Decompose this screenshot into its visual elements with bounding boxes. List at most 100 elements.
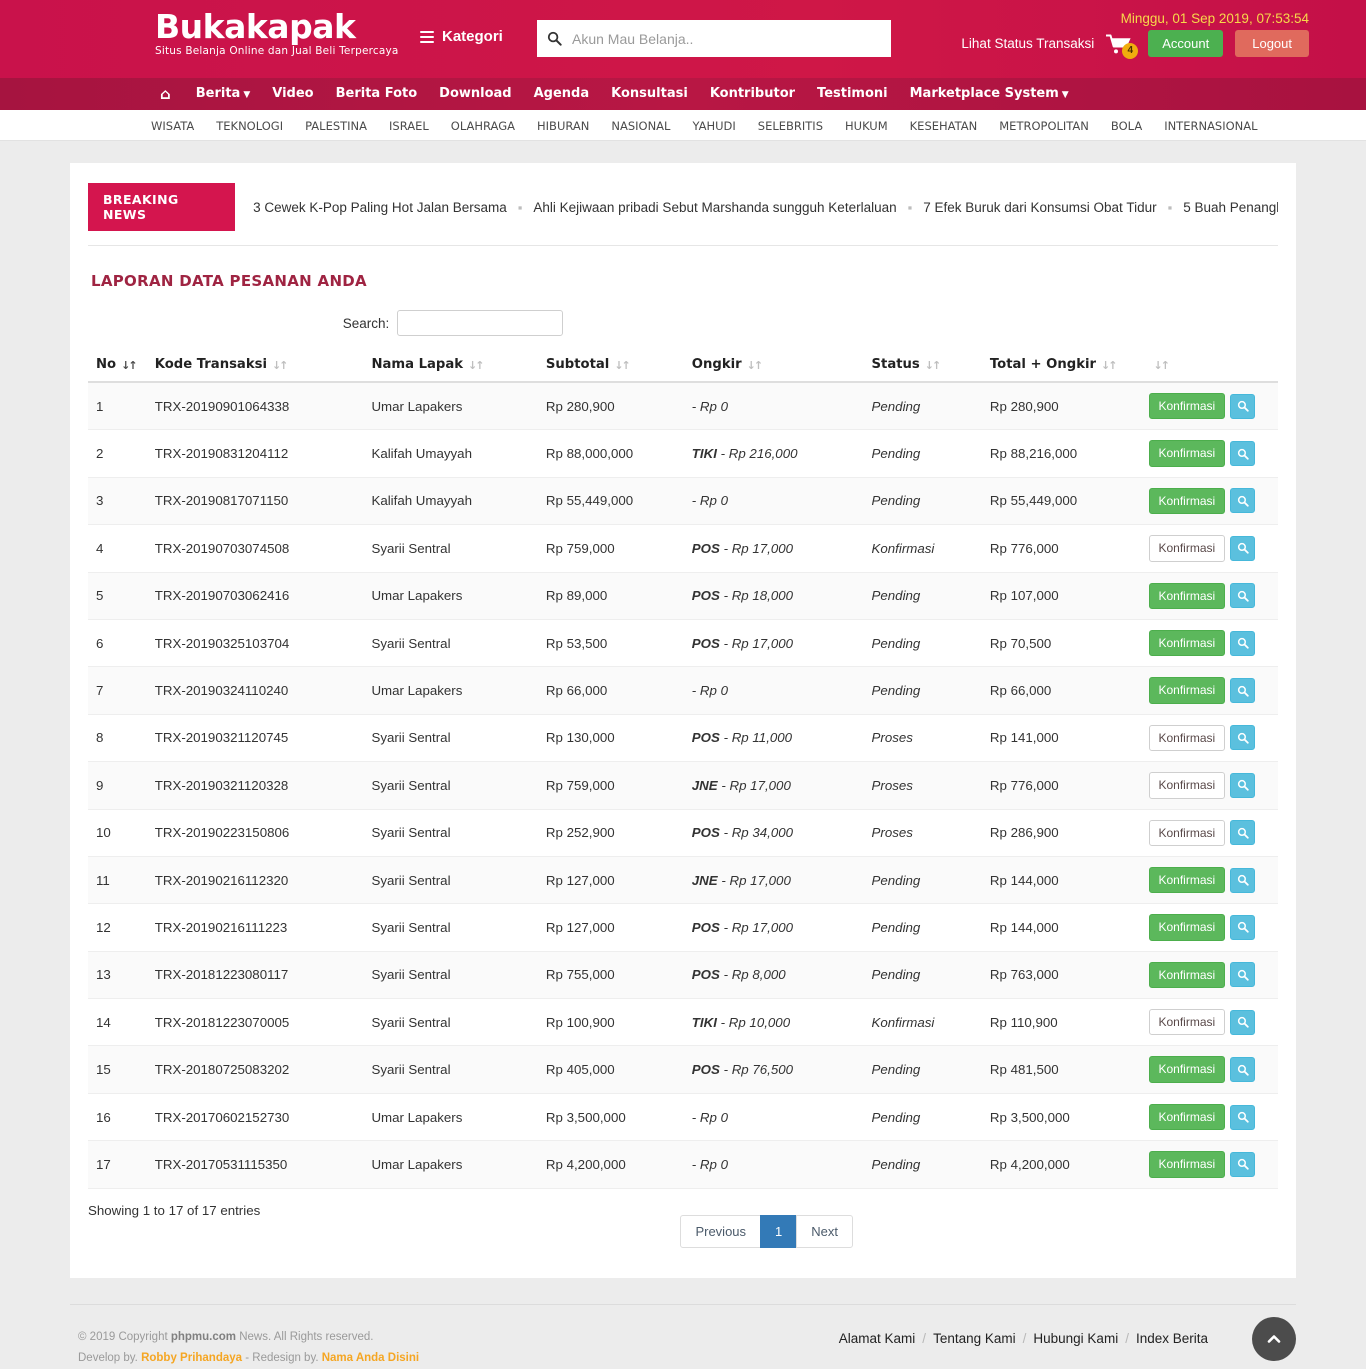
category-link-wisata[interactable]: WISATA bbox=[140, 119, 205, 133]
scroll-to-top-button[interactable] bbox=[1252, 1316, 1296, 1361]
view-detail-button[interactable] bbox=[1230, 441, 1256, 467]
category-link-palestina[interactable]: PALESTINA bbox=[294, 119, 378, 133]
breaking-news-item[interactable]: Ahli Kejiwaan pribadi Sebut Marshanda su… bbox=[533, 200, 896, 215]
account-button[interactable]: Account bbox=[1148, 30, 1224, 57]
search-input[interactable] bbox=[572, 30, 881, 47]
column-header-total-ongkir[interactable]: Total + Ongkir ↓↑ bbox=[981, 348, 1141, 383]
cell-subtotal: Rp 88,000,000 bbox=[537, 429, 684, 478]
konfirmasi-button[interactable]: Konfirmasi bbox=[1148, 866, 1226, 894]
view-detail-button[interactable] bbox=[1230, 393, 1256, 419]
category-link-nasional[interactable]: NASIONAL bbox=[600, 119, 681, 133]
konfirmasi-button[interactable]: Konfirmasi bbox=[1148, 582, 1226, 609]
category-link-israel[interactable]: ISRAEL bbox=[378, 119, 440, 133]
footer-link-index-berita[interactable]: Index Berita bbox=[1136, 1331, 1208, 1346]
breaking-news-item[interactable]: 5 Buah Penangkal Racun bbox=[1183, 200, 1278, 215]
global-search[interactable] bbox=[537, 20, 891, 57]
site-logo[interactable]: Bukakapak Situs Belanja Online dan Jual … bbox=[155, 10, 399, 58]
column-header-nama-lapak[interactable]: Nama Lapak ↓↑ bbox=[363, 348, 538, 383]
view-detail-button[interactable] bbox=[1230, 535, 1256, 561]
column-header-no[interactable]: No ↓↑ bbox=[88, 348, 147, 383]
pagination-previous[interactable]: Previous bbox=[680, 1214, 762, 1248]
view-detail-button[interactable] bbox=[1230, 962, 1256, 988]
konfirmasi-button[interactable]: Konfirmasi bbox=[1148, 1009, 1226, 1036]
footer-link-hubungi-kami[interactable]: Hubungi Kami bbox=[1033, 1331, 1118, 1346]
cell-no: 6 bbox=[88, 619, 147, 668]
category-link-bola[interactable]: BOLA bbox=[1100, 119, 1153, 133]
category-link-metropolitan[interactable]: METROPOLITAN bbox=[988, 119, 1100, 133]
nav-item-video[interactable]: Video bbox=[261, 78, 324, 110]
view-detail-button[interactable] bbox=[1230, 630, 1256, 656]
konfirmasi-button[interactable]: Konfirmasi bbox=[1148, 487, 1226, 515]
category-link-kesehatan[interactable]: KESEHATAN bbox=[899, 119, 989, 133]
view-detail-button[interactable] bbox=[1230, 1104, 1256, 1130]
view-detail-button[interactable] bbox=[1230, 725, 1256, 751]
konfirmasi-button[interactable]: Konfirmasi bbox=[1148, 1056, 1226, 1083]
transaction-status-link[interactable]: Lihat Status Transaksi bbox=[961, 36, 1094, 51]
nav-item-agenda[interactable]: Agenda bbox=[523, 78, 601, 110]
column-header-kode-transaksi[interactable]: Kode Transaksi ↓↑ bbox=[146, 348, 364, 383]
breaking-news-item[interactable]: 3 Cewek K-Pop Paling Hot Jalan Bersama bbox=[253, 200, 507, 215]
konfirmasi-button[interactable]: Konfirmasi bbox=[1148, 724, 1226, 752]
cell-ongkir: POS - Rp 34,000 bbox=[683, 809, 864, 857]
footer-link-alamat-kami[interactable]: Alamat Kami bbox=[839, 1331, 916, 1346]
pagination-page-1[interactable]: 1 bbox=[760, 1214, 798, 1248]
view-detail-button[interactable] bbox=[1230, 488, 1256, 514]
view-detail-button[interactable] bbox=[1230, 1151, 1256, 1177]
konfirmasi-button[interactable]: Konfirmasi bbox=[1148, 677, 1226, 704]
nav-item-berita[interactable]: Berita ▼ bbox=[185, 78, 262, 111]
ongkir-amount: - Rp 0 bbox=[691, 398, 728, 414]
view-detail-button[interactable] bbox=[1230, 1009, 1256, 1035]
kategori-button[interactable]: Kategori bbox=[420, 28, 503, 45]
datatable-search-input[interactable] bbox=[397, 310, 564, 336]
column-header-ongkir[interactable]: Ongkir ↓↑ bbox=[683, 348, 864, 383]
view-detail-button[interactable] bbox=[1230, 820, 1256, 846]
konfirmasi-button[interactable]: Konfirmasi bbox=[1148, 393, 1226, 420]
cell-ongkir: POS - Rp 17,000 bbox=[683, 524, 864, 573]
category-link-internasional[interactable]: INTERNASIONAL bbox=[1153, 119, 1268, 133]
category-link-hiburan[interactable]: HIBURAN bbox=[526, 119, 600, 133]
cell-ongkir: TIKI - Rp 10,000 bbox=[683, 998, 864, 1047]
nav-item-konsultasi[interactable]: Konsultasi bbox=[600, 78, 699, 110]
breaking-news-item[interactable]: 7 Efek Buruk dari Konsumsi Obat Tidur bbox=[923, 200, 1156, 215]
view-detail-button[interactable] bbox=[1230, 583, 1256, 609]
orders-table: No ↓↑ Kode Transaksi ↓↑ Nama Lapak ↓↑ Subtotal… bbox=[88, 348, 1278, 1189]
category-link-yahudi[interactable]: YAHUDI bbox=[681, 119, 746, 133]
page-title: LAPORAN DATA PESANAN ANDA bbox=[91, 272, 367, 290]
nav-item-marketplace-system[interactable]: Marketplace System ▼ bbox=[899, 78, 1080, 111]
category-link-teknologi[interactable]: TEKNOLOGI bbox=[205, 119, 294, 133]
konfirmasi-button[interactable]: Konfirmasi bbox=[1148, 629, 1226, 657]
view-detail-button[interactable] bbox=[1230, 1057, 1256, 1083]
view-detail-button[interactable] bbox=[1230, 914, 1256, 940]
nav-item-testimoni[interactable]: Testimoni bbox=[806, 78, 899, 110]
konfirmasi-button[interactable]: Konfirmasi bbox=[1148, 1103, 1226, 1131]
konfirmasi-button[interactable]: Konfirmasi bbox=[1148, 440, 1226, 467]
view-detail-button[interactable] bbox=[1230, 867, 1256, 893]
column-header-subtotal[interactable]: Subtotal ↓↑ bbox=[537, 348, 684, 383]
view-detail-button[interactable] bbox=[1230, 772, 1256, 798]
nav-item-download[interactable]: Download bbox=[428, 78, 522, 110]
konfirmasi-button[interactable]: Konfirmasi bbox=[1148, 535, 1226, 562]
konfirmasi-button[interactable]: Konfirmasi bbox=[1148, 772, 1226, 799]
cart-button[interactable]: 4 bbox=[1106, 32, 1139, 59]
cell-subtotal: Rp 759,000 bbox=[537, 761, 684, 810]
nav-item-berita-foto[interactable]: Berita Foto bbox=[325, 78, 429, 110]
column-header-status[interactable]: Status ↓↑ bbox=[863, 348, 982, 383]
redesigner-link[interactable]: Nama Anda Disini bbox=[322, 1352, 419, 1364]
category-link-olahraga[interactable]: OLAHRAGA bbox=[440, 119, 526, 133]
logout-button[interactable]: Logout bbox=[1235, 30, 1309, 57]
nav-item-kontributor[interactable]: Kontributor bbox=[699, 78, 806, 110]
footer-link-tentang-kami[interactable]: Tentang Kami bbox=[933, 1331, 1016, 1346]
cell-kode-transaksi: TRX-20190703062416 bbox=[146, 572, 364, 620]
cell-status: Pending bbox=[863, 1045, 982, 1094]
column-header-actions[interactable]: ↓↑ bbox=[1140, 348, 1278, 383]
view-detail-button[interactable] bbox=[1230, 678, 1256, 704]
konfirmasi-button[interactable]: Konfirmasi bbox=[1148, 914, 1226, 941]
konfirmasi-button[interactable]: Konfirmasi bbox=[1148, 961, 1226, 989]
konfirmasi-button[interactable]: Konfirmasi bbox=[1148, 1151, 1226, 1178]
nav-item-home[interactable]: ⌂ bbox=[150, 78, 185, 110]
category-link-selebritis[interactable]: SELEBRITIS bbox=[747, 119, 834, 133]
category-link-hukum[interactable]: HUKUM bbox=[834, 119, 899, 133]
konfirmasi-button[interactable]: Konfirmasi bbox=[1148, 819, 1226, 846]
developer-link[interactable]: Robby Prihandaya bbox=[141, 1352, 242, 1364]
pagination-next[interactable]: Next bbox=[796, 1214, 853, 1248]
